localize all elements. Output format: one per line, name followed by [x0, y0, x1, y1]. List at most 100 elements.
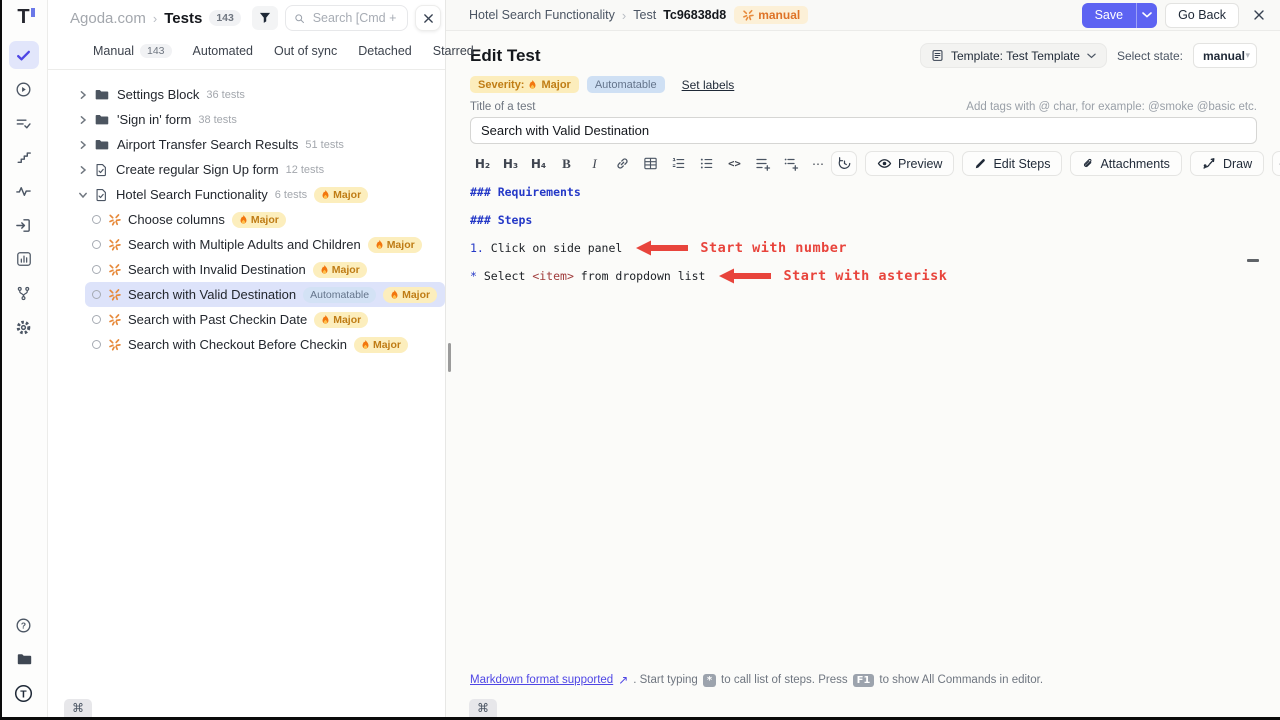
detail-header: Hotel Search Functionality › Test Tc9683… — [446, 0, 1280, 31]
test-id: Tc96838d8 — [663, 8, 726, 22]
bold-button[interactable]: B — [554, 152, 579, 176]
tree-scrollbar-thumb[interactable] — [448, 343, 451, 372]
rail-item-activity[interactable] — [9, 177, 39, 205]
severity-badge-label: Major — [333, 314, 361, 326]
edit-steps-button[interactable]: Edit Steps — [962, 151, 1062, 176]
more-format-button[interactable]: ⋯ — [806, 152, 831, 176]
tree-row-invalid-destination[interactable]: Search with Invalid Destination Major — [85, 257, 445, 282]
tab-out-of-sync[interactable]: Out of sync — [274, 44, 337, 58]
link-icon — [615, 156, 630, 171]
more-actions-button[interactable]: ⋯ — [1272, 151, 1280, 176]
numbered-list-add-icon — [783, 156, 799, 172]
app-logo-letter: T — [17, 6, 29, 29]
rail-item-runs[interactable] — [9, 75, 39, 103]
tree-row-airport-transfer[interactable]: Airport Transfer Search Results 51 tests — [48, 132, 445, 157]
manual-state-badge: manual — [734, 6, 808, 24]
document-check-icon — [94, 163, 108, 177]
save-dropdown-button[interactable] — [1136, 3, 1157, 28]
severity-badge[interactable]: Severity: Major — [470, 76, 579, 93]
chevron-down-icon: ▾ — [1245, 51, 1250, 61]
tree-row-past-checkin[interactable]: Search with Past Checkin Date Major — [85, 307, 445, 332]
breadcrumb-test-label: Test — [633, 8, 656, 22]
hint-text: . Start typing — [633, 674, 698, 686]
tab-out-of-sync-label: Out of sync — [274, 44, 337, 58]
markdown-help-link[interactable]: Markdown format supported — [470, 674, 613, 686]
template-select-button[interactable]: Template: Test Template — [920, 43, 1107, 68]
severity-prefix: Severity: — [478, 79, 524, 91]
chevron-right-icon[interactable] — [78, 115, 88, 125]
code-button[interactable]: <> — [722, 152, 747, 176]
rail-item-branches[interactable] — [9, 279, 39, 307]
tab-automated[interactable]: Automated — [193, 44, 253, 58]
search-close-button[interactable] — [415, 5, 441, 31]
chevron-down-icon[interactable] — [78, 190, 88, 200]
tree-row-choose-columns[interactable]: Choose columns Major — [85, 207, 445, 232]
list-check-icon — [15, 115, 32, 132]
heading4-button[interactable]: H₄ — [526, 152, 551, 176]
tree-row-sign-in-form[interactable]: 'Sign in' form 38 tests — [48, 107, 445, 132]
rail-item-tests[interactable] — [9, 41, 39, 69]
tab-detached[interactable]: Detached — [358, 44, 412, 58]
table-button[interactable] — [638, 152, 663, 176]
history-button[interactable] — [831, 151, 857, 176]
editor-scrollbar-thumb[interactable] — [1247, 259, 1259, 262]
bullet-list-icon — [699, 156, 714, 171]
attachments-button[interactable]: Attachments — [1070, 151, 1181, 176]
preview-button[interactable]: Preview — [865, 151, 954, 176]
markdown-editor[interactable]: ### Requirements ### Steps 1. Click on s… — [470, 178, 1257, 290]
tree-row-valid-destination-selected[interactable]: Search with Valid Destination Automatabl… — [85, 282, 445, 307]
tab-detached-label: Detached — [358, 44, 412, 58]
insert-numbered-step-button[interactable] — [778, 152, 803, 176]
tab-manual[interactable]: Manual143 — [93, 44, 172, 58]
test-title-input[interactable] — [470, 117, 1257, 144]
rail-item-milestones[interactable] — [9, 143, 39, 171]
bullet-list-button[interactable] — [694, 152, 719, 176]
editor-line: ### Steps — [470, 206, 1257, 234]
editor-footer-hint: Markdown format supported ↗ . Start typi… — [470, 673, 1043, 687]
heading2-button[interactable]: H₂ — [470, 152, 495, 176]
rail-item-plans[interactable] — [9, 109, 39, 137]
link-button[interactable] — [610, 152, 635, 176]
breadcrumb-section[interactable]: Tests — [164, 10, 202, 27]
save-button[interactable]: Save — [1082, 3, 1137, 28]
ordered-list-icon — [671, 156, 686, 171]
tree-row-hotel-search[interactable]: Hotel Search Functionality 6 tests Major — [48, 182, 445, 207]
rail-item-reports[interactable] — [9, 245, 39, 273]
tree-row-checkout-before-checkin[interactable]: Search with Checkout Before Checkin Majo… — [85, 332, 445, 357]
go-back-button[interactable]: Go Back — [1165, 3, 1239, 28]
tree-row-multiple-adults[interactable]: Search with Multiple Adults and Children… — [85, 232, 445, 257]
command-key-tab[interactable]: ⌘ — [469, 699, 497, 717]
list-add-icon — [755, 156, 771, 172]
tree-row-create-signup[interactable]: Create regular Sign Up form 12 tests — [48, 157, 445, 182]
icon-rail: T ? — [0, 0, 48, 717]
command-key-tab[interactable]: ⌘ — [64, 699, 92, 717]
automatable-badge[interactable]: Automatable — [587, 76, 665, 93]
state-select[interactable]: manual ▾ — [1193, 43, 1257, 68]
tab-starred[interactable]: Starred — [433, 44, 474, 58]
italic-button[interactable]: I — [582, 152, 607, 176]
ordered-list-button[interactable] — [666, 152, 691, 176]
rail-item-profile[interactable]: T — [9, 679, 39, 707]
test-circle-icon — [92, 215, 101, 224]
rail-item-settings[interactable] — [9, 313, 39, 341]
breadcrumb-separator: › — [153, 11, 157, 26]
tree-row-settings-block[interactable]: Settings Block 36 tests — [48, 82, 445, 107]
app-logo[interactable]: T — [12, 5, 36, 29]
rail-item-help[interactable]: ? — [9, 611, 39, 639]
chevron-right-icon[interactable] — [78, 165, 88, 175]
detail-close-button[interactable] — [1253, 9, 1265, 21]
search-input[interactable] — [311, 10, 399, 26]
window-edge-left — [0, 0, 2, 720]
heading3-button[interactable]: H₃ — [498, 152, 523, 176]
rail-item-projects[interactable] — [9, 645, 39, 673]
set-labels-link[interactable]: Set labels — [682, 78, 735, 92]
filter-button[interactable] — [252, 6, 278, 30]
tests-count-badge: 143 — [209, 10, 241, 26]
chevron-right-icon[interactable] — [78, 90, 88, 100]
rail-item-import[interactable] — [9, 211, 39, 239]
breadcrumb-project[interactable]: Agoda.com — [70, 10, 146, 27]
insert-step-list-button[interactable] — [750, 152, 775, 176]
chevron-right-icon[interactable] — [78, 140, 88, 150]
breadcrumb-parent[interactable]: Hotel Search Functionality — [469, 8, 615, 22]
draw-button[interactable]: Draw — [1190, 151, 1264, 176]
